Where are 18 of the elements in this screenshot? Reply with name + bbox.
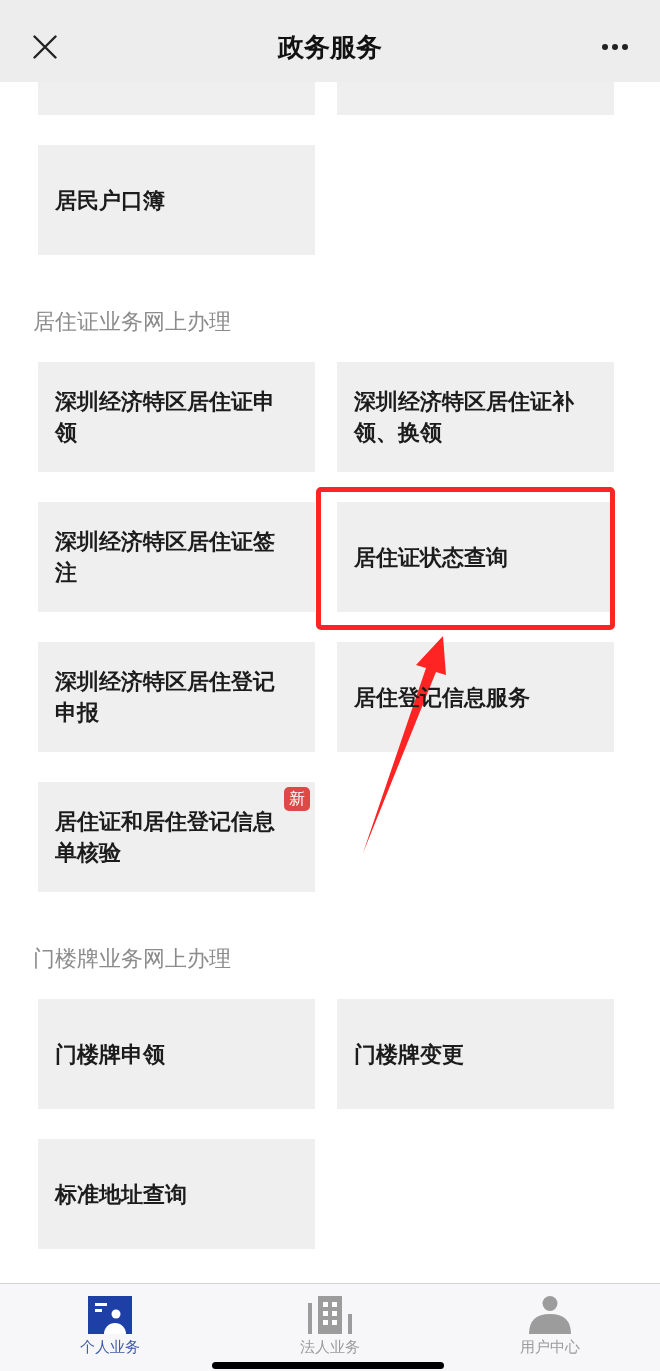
service-tile[interactable]: 深圳经济特区居住登记申报	[38, 642, 315, 752]
service-tile[interactable]: 深圳经济特区居住证补领、换领	[337, 362, 614, 472]
close-icon[interactable]	[33, 35, 57, 59]
section-title: 居住证业务网上办理	[32, 308, 231, 336]
service-tile[interactable]: 门楼牌申领	[38, 999, 315, 1109]
service-tile[interactable]: 标准地址查询	[38, 1139, 315, 1249]
section-title: 门楼牌业务网上办理	[32, 945, 231, 973]
new-badge: 新	[284, 787, 310, 811]
service-tile[interactable]: 深圳经济特区居住证申领	[38, 362, 315, 472]
id-card-icon	[88, 1296, 132, 1334]
service-tile[interactable]: 门楼牌变更	[337, 999, 614, 1109]
building-icon	[308, 1296, 352, 1334]
more-icon[interactable]	[602, 44, 628, 50]
service-tile[interactable]: 居民户口簿	[38, 145, 315, 255]
service-tile[interactable]: 深圳经济特区居住证签注	[38, 502, 315, 612]
user-icon	[528, 1296, 572, 1334]
page-title: 政务服务	[277, 31, 382, 64]
tab-button[interactable]: 个人业务	[0, 1284, 220, 1357]
